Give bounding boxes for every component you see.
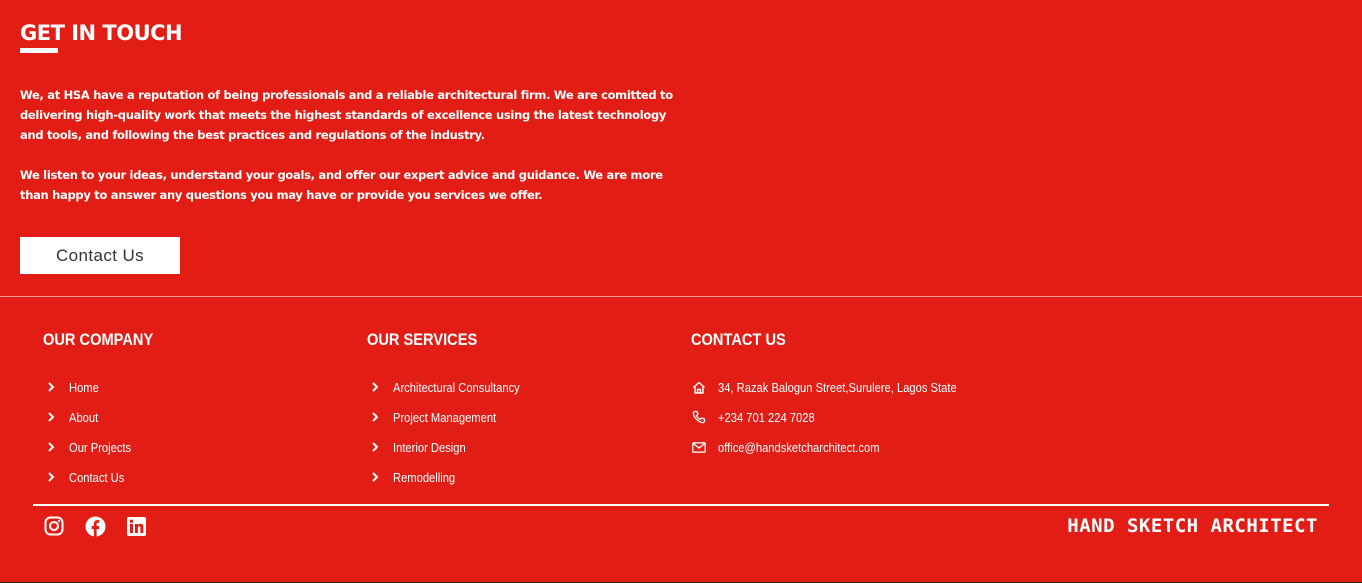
our-services-column: OUR SERVICES Architectural Consultancy P… <box>367 329 540 492</box>
brand-logo-text: HAND SKETCH ARCHITECT <box>1067 515 1318 537</box>
service-link-label[interactable]: Architectural Consultancy <box>393 380 520 395</box>
section-divider <box>0 296 1362 297</box>
social-links <box>43 515 166 537</box>
title-underline <box>20 48 58 53</box>
email-link[interactable]: office@handsketcharchitect.com <box>718 440 880 455</box>
get-in-touch-title: GET IN TOUCH <box>20 21 183 45</box>
our-services-title: OUR SERVICES <box>367 330 478 349</box>
contact-us-column: CONTACT US 34, Razak Balogun Street,Suru… <box>691 329 996 462</box>
company-link-contact[interactable]: Contact Us <box>43 462 171 492</box>
get-in-touch-section: GET IN TOUCH We, at HSA have a reputatio… <box>20 18 680 205</box>
service-link-remodelling[interactable]: Remodelling <box>367 462 540 492</box>
company-link-label[interactable]: About <box>69 410 98 425</box>
contact-us-button[interactable]: Contact Us <box>20 237 180 274</box>
our-company-title: OUR COMPANY <box>43 330 154 349</box>
chevron-right-icon <box>368 380 382 394</box>
phone-icon <box>691 409 707 425</box>
service-link-label[interactable]: Interior Design <box>393 440 466 455</box>
company-links: Home About Our Projects Contact Us <box>43 372 171 492</box>
company-link-about[interactable]: About <box>43 402 171 432</box>
our-company-column: OUR COMPANY Home About Our Projects Cont… <box>43 329 171 492</box>
company-link-projects[interactable]: Our Projects <box>43 432 171 462</box>
contact-email[interactable]: office@handsketcharchitect.com <box>691 432 996 462</box>
chevron-right-icon <box>44 410 58 424</box>
service-link-interior-design[interactable]: Interior Design <box>367 432 540 462</box>
contact-address: 34, Razak Balogun Street,Surulere, Lagos… <box>691 372 996 402</box>
chevron-right-icon <box>368 470 382 484</box>
company-link-label[interactable]: Home <box>69 380 99 395</box>
facebook-icon[interactable] <box>84 515 106 537</box>
chevron-right-icon <box>368 440 382 454</box>
company-link-home[interactable]: Home <box>43 372 171 402</box>
services-links: Architectural Consultancy Project Manage… <box>367 372 540 492</box>
chevron-right-icon <box>368 410 382 424</box>
home-icon <box>691 379 707 395</box>
company-link-label[interactable]: Our Projects <box>69 440 131 455</box>
chevron-right-icon <box>44 440 58 454</box>
phone-link[interactable]: +234 701 224 7028 <box>718 410 815 425</box>
instagram-icon[interactable] <box>43 515 65 537</box>
intro-paragraph-1: We, at HSA have a reputation of being pr… <box>20 88 673 142</box>
chevron-right-icon <box>44 380 58 394</box>
footer-divider <box>33 504 1329 506</box>
mail-icon <box>691 439 707 455</box>
address-text: 34, Razak Balogun Street,Surulere, Lagos… <box>718 379 957 395</box>
contact-details: 34, Razak Balogun Street,Surulere, Lagos… <box>691 372 996 462</box>
contact-phone[interactable]: +234 701 224 7028 <box>691 402 996 432</box>
service-link-label[interactable]: Project Management <box>393 410 496 425</box>
company-link-label[interactable]: Contact Us <box>69 470 124 485</box>
contact-us-title: CONTACT US <box>691 330 786 349</box>
service-link-label[interactable]: Remodelling <box>393 470 455 485</box>
chevron-right-icon <box>44 470 58 484</box>
service-link-consultancy[interactable]: Architectural Consultancy <box>367 372 540 402</box>
linkedin-icon[interactable] <box>125 515 147 537</box>
intro-paragraph-2: We listen to your ideas, understand your… <box>20 168 663 202</box>
service-link-project-management[interactable]: Project Management <box>367 402 540 432</box>
